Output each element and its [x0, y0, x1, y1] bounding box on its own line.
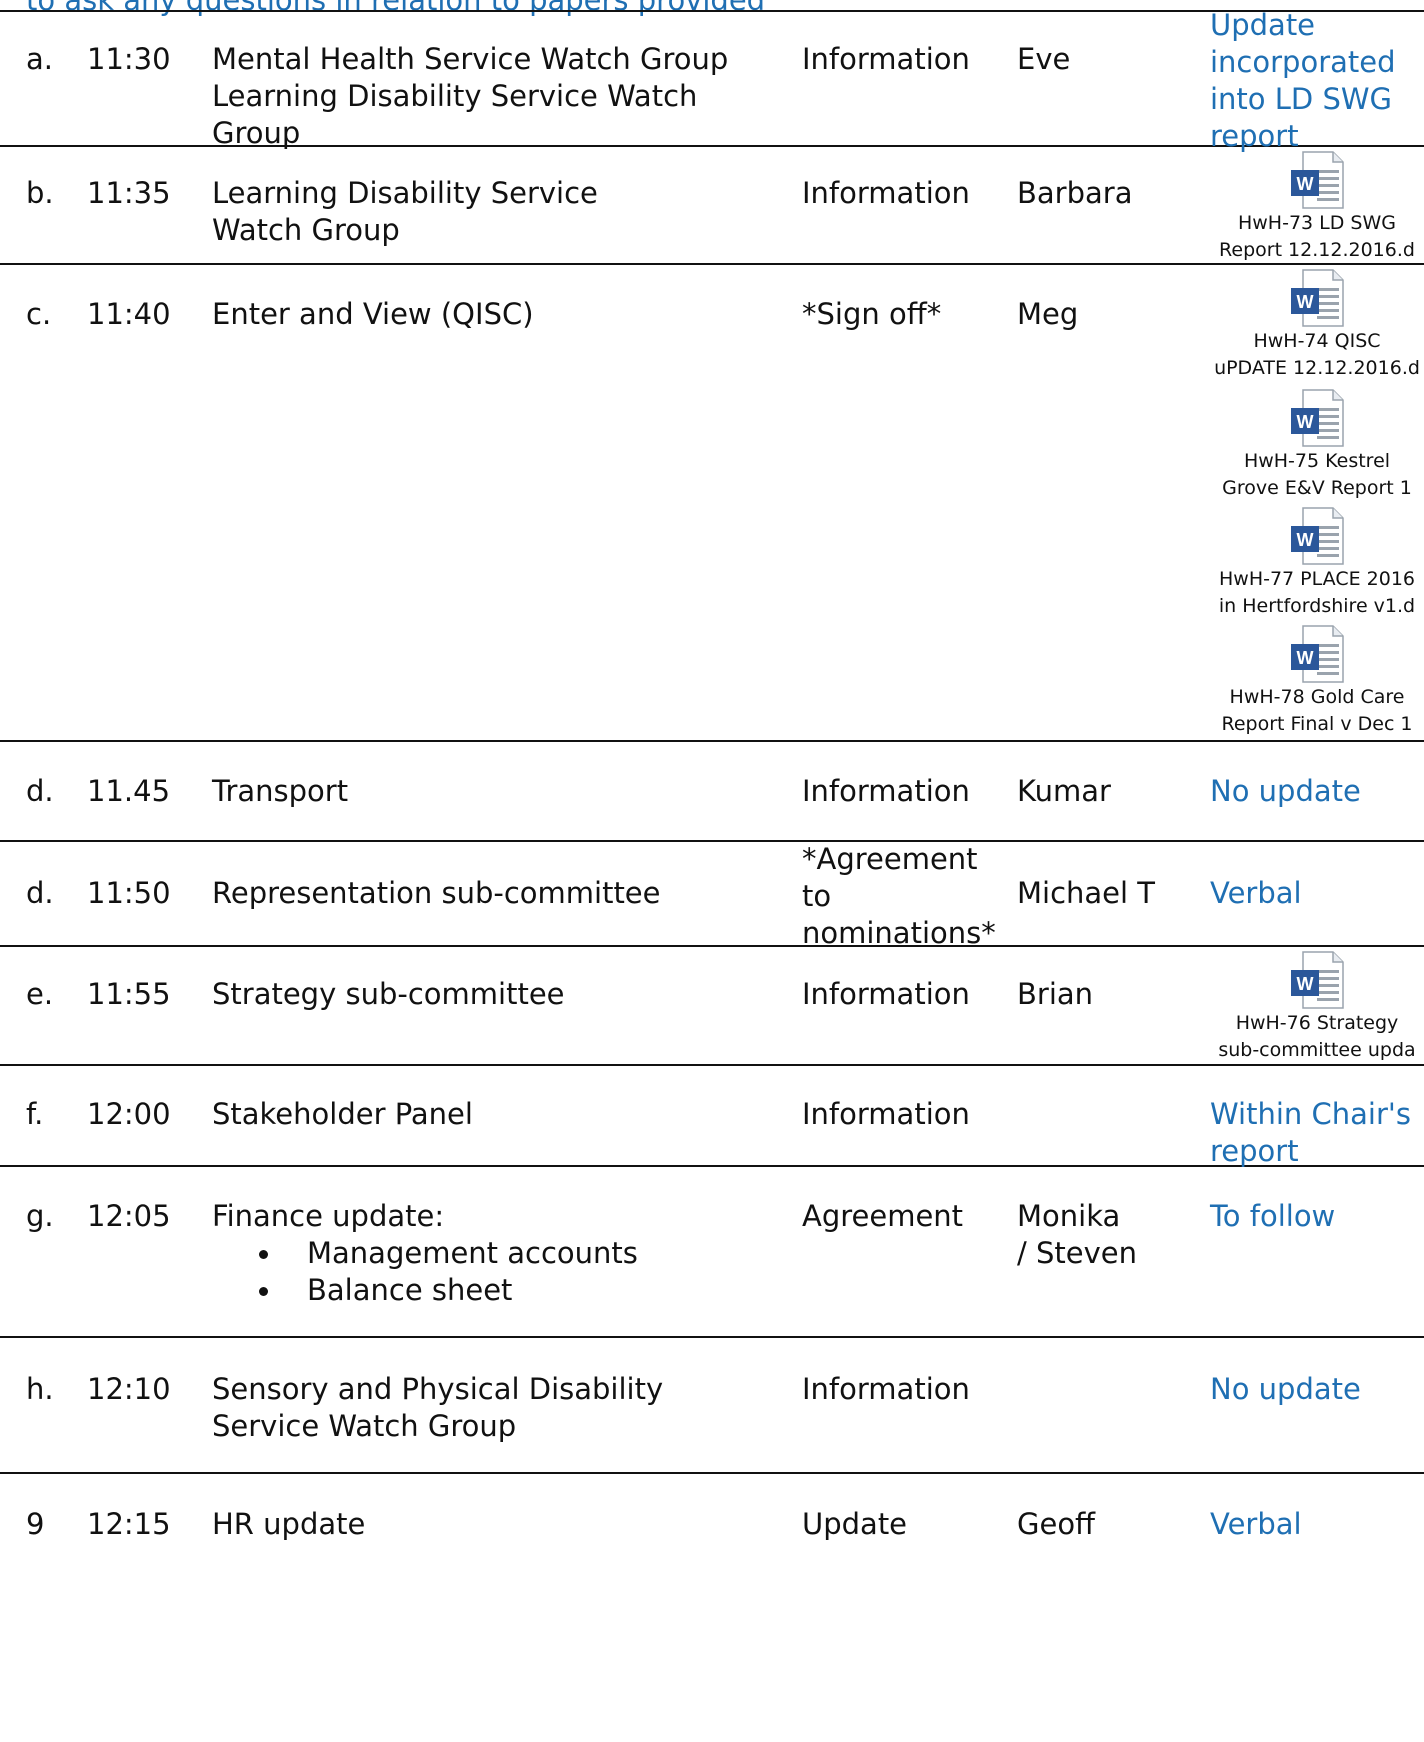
- item-title: Mental Health Service Watch Group Learni…: [212, 41, 772, 152]
- item-letter: c.: [26, 297, 52, 331]
- row-divider: [0, 1472, 1424, 1474]
- item-purpose: Information: [802, 1372, 970, 1406]
- attachment-caption: sub-committee upda: [1218, 1039, 1416, 1061]
- item-lead: Barbara: [1017, 176, 1133, 210]
- item-letter: a.: [26, 42, 53, 76]
- item-time: 12:05: [87, 1199, 171, 1233]
- attachment-caption: HwH-76 Strategy: [1235, 1012, 1399, 1034]
- attachment-caption: uPDATE 12.12.2016.d: [1214, 357, 1420, 379]
- word-document-icon: [1289, 624, 1345, 684]
- attachment-word-doc[interactable]: HwH-77 PLACE 2016 in Hertfordshire v1.d: [1210, 506, 1424, 620]
- word-document-icon: [1289, 388, 1345, 448]
- word-document-icon: [1289, 506, 1345, 566]
- papers-link[interactable]: Verbal: [1210, 1506, 1424, 1543]
- item-purpose: Information: [802, 774, 970, 808]
- item-lead: Monika / Steven: [1017, 1199, 1137, 1270]
- attachment-caption: HwH-73 LD SWG: [1237, 212, 1396, 234]
- row-divider: [0, 1336, 1424, 1338]
- bullet-item: Management accounts: [259, 1235, 772, 1272]
- item-lead: Michael T: [1017, 876, 1156, 910]
- item-letter: b.: [26, 176, 54, 210]
- item-title: Learning Disability Service Watch Group: [212, 176, 598, 247]
- bullet-item: Balance sheet: [259, 1272, 772, 1309]
- word-document-icon: [1289, 268, 1345, 328]
- finance-bullet-list: Management accounts Balance sheet: [212, 1235, 772, 1309]
- attachment-word-doc[interactable]: HwH-78 Gold Care Report Final v Dec 1: [1210, 624, 1424, 738]
- attachment-caption: Report 12.12.2016.d: [1219, 239, 1415, 261]
- attachment-caption: Report Final v Dec 1: [1221, 713, 1413, 735]
- papers-link[interactable]: Update incorporated into LD SWG report: [1210, 7, 1400, 155]
- word-document-icon: [1289, 950, 1345, 1010]
- item-title: Stakeholder Panel: [212, 1097, 473, 1131]
- attachment-caption: HwH-74 QISC: [1253, 330, 1381, 352]
- row-divider: [0, 840, 1424, 842]
- item-letter: h.: [26, 1372, 54, 1406]
- attachment-word-doc[interactable]: HwH-73 LD SWG Report 12.12.2016.d: [1210, 150, 1424, 264]
- item-time: 11:35: [87, 176, 171, 210]
- papers-link[interactable]: Within Chair's report: [1210, 1096, 1415, 1170]
- row-divider: [0, 740, 1424, 742]
- item-purpose: Information: [802, 42, 970, 76]
- papers-link[interactable]: Verbal: [1210, 875, 1424, 912]
- attachment-caption: HwH-77 PLACE 2016: [1219, 568, 1415, 590]
- item-purpose: Information: [802, 176, 970, 210]
- item-title: HR update: [212, 1507, 366, 1541]
- item-time: 12:15: [87, 1507, 171, 1541]
- item-purpose: *Sign off*: [802, 297, 942, 331]
- item-purpose: Information: [802, 977, 970, 1011]
- attachment-word-doc[interactable]: HwH-76 Strategy sub-committee upda: [1210, 950, 1424, 1064]
- item-title-line: Learning Disability Service Watch Group: [212, 79, 698, 150]
- item-purpose: Agreement: [802, 1199, 964, 1233]
- item-time: 12:10: [87, 1372, 171, 1406]
- item-letter: g.: [26, 1199, 54, 1233]
- item-time: 11:50: [87, 876, 171, 910]
- item-time: 11:30: [87, 42, 171, 76]
- attachment-caption: in Hertfordshire v1.d: [1218, 595, 1416, 617]
- item-purpose: Information: [802, 1097, 970, 1131]
- attachment-caption: Grove E&V Report 1: [1222, 477, 1412, 499]
- item-time: 11.45: [87, 774, 171, 808]
- top-note: to ask any questions in relation to pape…: [26, 0, 766, 17]
- attachment-caption: HwH-78 Gold Care: [1229, 686, 1405, 708]
- papers-link[interactable]: No update: [1210, 773, 1424, 810]
- papers-link[interactable]: To follow: [1210, 1198, 1424, 1235]
- attachment-word-doc[interactable]: HwH-74 QISC uPDATE 12.12.2016.d: [1210, 268, 1424, 382]
- item-letter: d.: [26, 876, 54, 910]
- word-document-icon: [1289, 150, 1345, 210]
- item-time: 12:00: [87, 1097, 171, 1131]
- item-letter: f.: [26, 1097, 44, 1131]
- item-title: Transport: [212, 774, 349, 808]
- item-title: Enter and View (QISC): [212, 297, 534, 331]
- item-title-line: Finance update:: [212, 1199, 445, 1233]
- item-purpose: *Agreement to nominations*: [802, 842, 996, 950]
- item-lead: Brian: [1017, 977, 1094, 1011]
- item-purpose: Update: [802, 1507, 908, 1541]
- item-letter: 9: [26, 1507, 45, 1541]
- item-time: 11:40: [87, 297, 171, 331]
- item-time: 11:55: [87, 977, 171, 1011]
- item-title: Representation sub-committee: [212, 876, 661, 910]
- item-letter: d.: [26, 774, 54, 808]
- item-title: Sensory and Physical Disability Service …: [212, 1372, 664, 1443]
- attachment-caption: HwH-75 Kestrel: [1243, 450, 1391, 472]
- item-lead: Eve: [1017, 42, 1071, 76]
- item-title: Finance update: Management accounts Bala…: [212, 1198, 772, 1309]
- item-lead: Kumar: [1017, 774, 1111, 808]
- papers-link[interactable]: No update: [1210, 1371, 1424, 1408]
- item-lead: Geoff: [1017, 1507, 1096, 1541]
- item-letter: e.: [26, 977, 54, 1011]
- item-lead: Meg: [1017, 297, 1079, 331]
- row-divider: [0, 945, 1424, 947]
- row-divider: [0, 1064, 1424, 1066]
- item-title: Strategy sub-committee: [212, 977, 565, 1011]
- item-title-line: Mental Health Service Watch Group: [212, 42, 729, 76]
- attachment-word-doc[interactable]: HwH-75 Kestrel Grove E&V Report 1: [1210, 388, 1424, 502]
